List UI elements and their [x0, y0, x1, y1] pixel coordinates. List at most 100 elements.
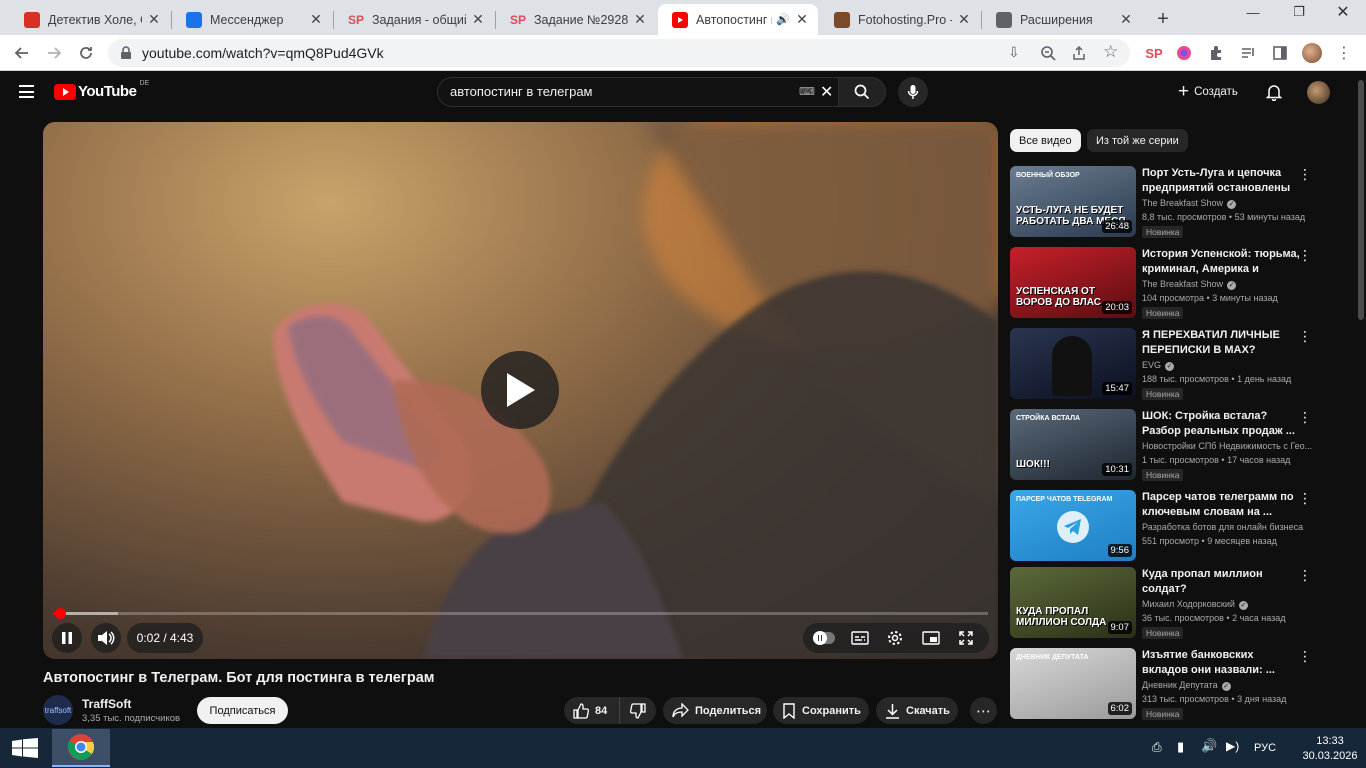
chip-all-videos[interactable]: Все видео	[1010, 129, 1081, 152]
forward-button[interactable]	[42, 41, 66, 65]
pause-button[interactable]	[52, 623, 82, 653]
youtube-logo[interactable]: YouTube DE	[54, 80, 149, 100]
keyboard-icon[interactable]: ⌨	[799, 85, 815, 98]
tab-close-icon[interactable]: ✕	[470, 11, 486, 28]
scrollbar-thumb[interactable]	[1358, 80, 1364, 320]
network-warning-icon[interactable]: ⎙	[1152, 740, 1162, 755]
chip-same-series[interactable]: Из той же серии	[1087, 129, 1188, 152]
save-button[interactable]: Сохранить	[773, 697, 869, 724]
recommendation-channel[interactable]: Разработка ботов для онлайн бизнеса	[1142, 522, 1312, 532]
recommendation-item[interactable]: КУДА ПРОПАЛ МИЛЛИОН СОЛДА 9:07 Куда пропал…	[1010, 567, 1355, 639]
taskbar-chrome-button[interactable]	[52, 729, 110, 767]
language-indicator[interactable]: РУС	[1254, 742, 1276, 754]
browser-tab-6[interactable]: Fotohosting.Pro - ✕	[820, 4, 980, 35]
progress-bar[interactable]	[53, 608, 988, 619]
reload-button[interactable]	[74, 41, 98, 65]
close-window-button[interactable]: ✕	[1320, 0, 1366, 24]
minimize-window-button[interactable]: —	[1230, 0, 1276, 24]
share-page-icon[interactable]	[1071, 45, 1087, 61]
recommendation-item[interactable]: 15:47 Я ПЕРЕХВАТИЛ ЛИЧНЫЕ ПЕРЕПИСКИ В MAX…	[1010, 328, 1355, 400]
search-input[interactable]	[450, 84, 790, 99]
media-controls-icon[interactable]	[1236, 41, 1260, 65]
tab-close-icon[interactable]: ✕	[308, 11, 324, 28]
recommendation-title[interactable]: Куда пропал миллион солдат?	[1142, 567, 1302, 597]
recommendation-title[interactable]: ШОК: Стройка встала? Разбор реальных про…	[1142, 409, 1302, 439]
recommendation-title[interactable]: История Успенской: тюрьма, криминал, Аме…	[1142, 247, 1302, 277]
video-player[interactable]: 0:02 / 4:43	[43, 122, 998, 659]
play-overlay-button[interactable]	[481, 351, 559, 429]
more-vert-icon[interactable]: ⋮	[1298, 490, 1312, 507]
restore-window-button[interactable]: ❐	[1276, 0, 1322, 24]
extensions-puzzle-icon[interactable]	[1204, 41, 1228, 65]
mute-button[interactable]	[91, 623, 121, 653]
new-tab-button[interactable]: +	[1148, 4, 1178, 35]
tab-audio-icon[interactable]: 🔊	[776, 13, 790, 26]
browser-tab-3[interactable]: SP Задания - общий ✕	[334, 4, 494, 35]
search-button[interactable]	[839, 77, 886, 107]
miniplayer-icon[interactable]	[922, 631, 940, 645]
tab-close-icon[interactable]: ✕	[794, 11, 810, 28]
browser-tab-4[interactable]: SP Задание №29282 ✕	[496, 4, 656, 35]
browser-tab-5[interactable]: Автопостинг в 🔊 ✕	[658, 4, 818, 35]
subtitles-icon[interactable]	[851, 631, 869, 645]
guide-menu-icon[interactable]	[19, 85, 34, 98]
recommendation-channel[interactable]: The Breakfast Show ✓	[1142, 198, 1312, 209]
more-vert-icon[interactable]: ⋮	[1298, 328, 1312, 345]
browser-tab-2[interactable]: Мессенджер ✕	[172, 4, 332, 35]
more-vert-icon[interactable]: ⋮	[1298, 648, 1312, 665]
recommendation-channel[interactable]: Дневник Депутата ✓	[1142, 680, 1312, 691]
browser-tab-1[interactable]: Детектив Холе, Се ✕	[10, 4, 170, 35]
bookmark-star-icon[interactable]: ☆	[1103, 42, 1118, 62]
notifications-button[interactable]	[1265, 83, 1283, 106]
tab-close-icon[interactable]: ✕	[146, 11, 162, 28]
share-button[interactable]: Поделиться	[663, 697, 767, 724]
browser-tab-7[interactable]: Расширения ✕	[982, 4, 1142, 35]
settings-gear-icon[interactable]	[887, 630, 903, 646]
recommendation-title[interactable]: Я ПЕРЕХВАТИЛ ЛИЧНЫЕ ПЕРЕПИСКИ В MAX?	[1142, 328, 1302, 358]
clear-search-icon[interactable]: ✕	[820, 82, 833, 102]
recommendation-channel[interactable]: The Breakfast Show ✓	[1142, 279, 1312, 290]
recommendation-title[interactable]: Изъятие банковских вкладов они назвали: …	[1142, 648, 1302, 678]
video-thumbnail[interactable]: СТРОЙКА ВСТАЛА ШОК!!! 10:31	[1010, 409, 1136, 480]
recommendation-item[interactable]: ПАРСЕР ЧАТОВ TELEGRAM 9:56 Парсер чатов те…	[1010, 490, 1355, 561]
speaker-tray-icon[interactable]: 🔊	[1201, 738, 1217, 754]
download-button[interactable]: Скачать	[876, 697, 958, 724]
extension-color-icon[interactable]	[1172, 41, 1196, 65]
install-app-icon[interactable]: ⇩	[1008, 44, 1020, 61]
recommendation-item[interactable]: УСПЕНСКАЯ ОТ ВОРОВ ДО ВЛАС 20:03 История У…	[1010, 247, 1355, 319]
recommendation-item[interactable]: СТРОЙКА ВСТАЛА ШОК!!! 10:31 ШОК: Стройка вс…	[1010, 409, 1355, 481]
recommendation-channel[interactable]: Новостройки СПб Недвижимость с Гео...	[1142, 441, 1312, 451]
video-thumbnail[interactable]: ВОЕННЫЙ ОБЗОР УСТЬ-ЛУГА НЕ БУДЕТ РАБОТАТЬ…	[1010, 166, 1136, 237]
back-button[interactable]	[10, 41, 34, 65]
address-bar[interactable]: youtube.com/watch?v=qmQ8Pud4GVk ⇩ ☆	[108, 39, 1130, 67]
taskbar-clock[interactable]: 13:33 30.03.2026	[1300, 734, 1360, 764]
profile-avatar[interactable]	[1300, 41, 1324, 65]
video-thumbnail[interactable]: ДНЕВНИК ДЕПУТАТА 6:02	[1010, 648, 1136, 719]
tab-close-icon[interactable]: ✕	[1118, 11, 1134, 28]
subscribe-button[interactable]: Подписаться	[197, 697, 288, 724]
zoom-icon[interactable]	[1040, 45, 1056, 61]
recommendation-item[interactable]: ДНЕВНИК ДЕПУТАТА 6:02 Изъятие банковских в…	[1010, 648, 1355, 720]
recommendation-channel[interactable]: Михаил Ходорковский ✓	[1142, 599, 1312, 610]
video-thumbnail[interactable]: УСПЕНСКАЯ ОТ ВОРОВ ДО ВЛАС 20:03	[1010, 247, 1136, 318]
video-thumbnail[interactable]: 15:47	[1010, 328, 1136, 399]
video-thumbnail[interactable]: ПАРСЕР ЧАТОВ TELEGRAM 9:56	[1010, 490, 1136, 561]
video-thumbnail[interactable]: КУДА ПРОПАЛ МИЛЛИОН СОЛДА 9:07	[1010, 567, 1136, 638]
channel-avatar[interactable]: traffsoft	[43, 695, 73, 725]
more-vert-icon[interactable]: ⋮	[1298, 409, 1312, 426]
more-vert-icon[interactable]: ⋮	[1298, 247, 1312, 264]
recommendation-item[interactable]: ВОЕННЫЙ ОБЗОР УСТЬ-ЛУГА НЕ БУДЕТ РАБОТАТЬ…	[1010, 166, 1355, 238]
more-vert-icon[interactable]: ⋮	[1298, 567, 1312, 584]
extension-sp-icon[interactable]: SP	[1142, 41, 1166, 65]
fullscreen-icon[interactable]	[959, 631, 973, 645]
channel-name[interactable]: TraffSoft	[82, 697, 131, 711]
tab-close-icon[interactable]: ✕	[632, 11, 648, 28]
start-button[interactable]	[12, 738, 38, 763]
more-actions-button[interactable]: ⋯	[970, 697, 997, 724]
browser-menu-icon[interactable]: ⋮	[1332, 41, 1356, 65]
recommendation-channel[interactable]: EVG ✓	[1142, 360, 1312, 371]
recommendation-title[interactable]: Парсер чатов телеграмм по ключевым слова…	[1142, 490, 1302, 520]
tab-close-icon[interactable]: ✕	[956, 11, 972, 28]
autoplay-toggle[interactable]	[813, 631, 835, 645]
create-button[interactable]: + Создать	[1178, 82, 1238, 101]
